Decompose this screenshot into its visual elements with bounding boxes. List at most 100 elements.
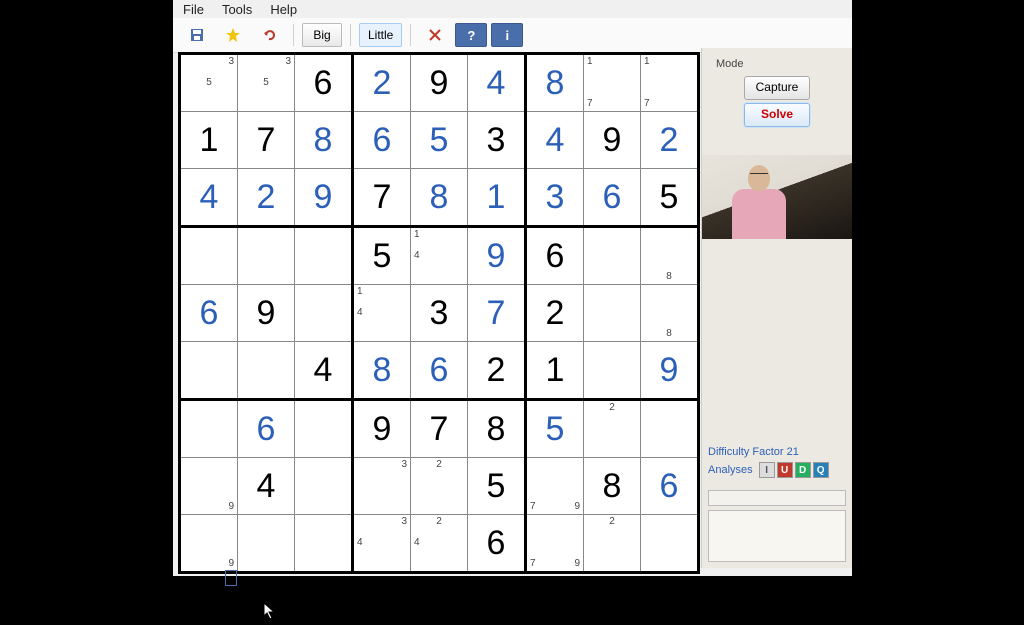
favorite-icon[interactable] xyxy=(217,23,249,47)
info-button[interactable]: i xyxy=(491,23,523,47)
cell-r8c9[interactable]: 6 xyxy=(641,458,699,515)
analysis-Q[interactable]: Q xyxy=(813,462,829,478)
cell-r2c3[interactable]: 8 xyxy=(295,112,353,169)
cell-r7c4[interactable]: 9 xyxy=(353,400,411,458)
cell-r6c8[interactable] xyxy=(584,342,641,400)
cell-r3c1[interactable]: 4 xyxy=(180,169,238,227)
cell-r2c1[interactable]: 1 xyxy=(180,112,238,169)
cell-r3c6[interactable]: 1 xyxy=(468,169,526,227)
menu-file[interactable]: File xyxy=(183,2,204,17)
cell-r7c3[interactable] xyxy=(295,400,353,458)
analysis-D[interactable]: D xyxy=(795,462,811,478)
analysis-U[interactable]: U xyxy=(777,462,793,478)
cell-r8c8[interactable]: 8 xyxy=(584,458,641,515)
cell-r5c5[interactable]: 3 xyxy=(411,285,468,342)
solve-button[interactable]: Solve xyxy=(744,103,810,127)
cell-r1c6[interactable]: 4 xyxy=(468,54,526,112)
cell-r5c6[interactable]: 7 xyxy=(468,285,526,342)
cell-r6c7[interactable]: 1 xyxy=(526,342,584,400)
cell-r3c9[interactable]: 5 xyxy=(641,169,699,227)
cell-r7c1[interactable] xyxy=(180,400,238,458)
cell-r5c7[interactable]: 2 xyxy=(526,285,584,342)
cell-r4c4[interactable]: 5 xyxy=(353,227,411,285)
cell-r7c8[interactable]: 2 xyxy=(584,400,641,458)
delete-icon[interactable] xyxy=(419,23,451,47)
cell-r5c1[interactable]: 6 xyxy=(180,285,238,342)
cell-r7c5[interactable]: 7 xyxy=(411,400,468,458)
cell-r1c2[interactable]: 35 xyxy=(238,54,295,112)
cell-r4c2[interactable] xyxy=(238,227,295,285)
cell-r3c8[interactable]: 6 xyxy=(584,169,641,227)
cell-r9c5[interactable]: 24 xyxy=(411,515,468,573)
cell-r8c2[interactable]: 4 xyxy=(238,458,295,515)
cell-r2c7[interactable]: 4 xyxy=(526,112,584,169)
cell-r7c9[interactable] xyxy=(641,400,699,458)
cell-r5c8[interactable] xyxy=(584,285,641,342)
cell-r4c6[interactable]: 9 xyxy=(468,227,526,285)
cell-r6c6[interactable]: 2 xyxy=(468,342,526,400)
cell-r5c3[interactable] xyxy=(295,285,353,342)
cell-r8c7[interactable]: 79 xyxy=(526,458,584,515)
cell-r6c3[interactable]: 4 xyxy=(295,342,353,400)
cell-r3c4[interactable]: 7 xyxy=(353,169,411,227)
cell-r8c1[interactable]: 9 xyxy=(180,458,238,515)
cell-r1c7[interactable]: 8 xyxy=(526,54,584,112)
analysis-I[interactable]: I xyxy=(759,462,775,478)
cell-r3c3[interactable]: 9 xyxy=(295,169,353,227)
cell-r9c6[interactable]: 6 xyxy=(468,515,526,573)
cell-r1c3[interactable]: 6 xyxy=(295,54,353,112)
cell-r9c9[interactable] xyxy=(641,515,699,573)
cell-r1c8[interactable]: 17 xyxy=(584,54,641,112)
cell-r4c5[interactable]: 14 xyxy=(411,227,468,285)
cell-r9c7[interactable]: 79 xyxy=(526,515,584,573)
cell-r1c9[interactable]: 17 xyxy=(641,54,699,112)
menu-tools[interactable]: Tools xyxy=(222,2,252,17)
help-button[interactable]: ? xyxy=(455,23,487,47)
cell-r8c3[interactable] xyxy=(295,458,353,515)
cell-r4c7[interactable]: 6 xyxy=(526,227,584,285)
cell-r9c2[interactable] xyxy=(238,515,295,573)
cell-r3c2[interactable]: 2 xyxy=(238,169,295,227)
menu-help[interactable]: Help xyxy=(270,2,297,17)
cell-r3c7[interactable]: 3 xyxy=(526,169,584,227)
cell-r6c9[interactable]: 9 xyxy=(641,342,699,400)
cell-r4c3[interactable] xyxy=(295,227,353,285)
log-area xyxy=(708,490,846,560)
cell-r9c3[interactable] xyxy=(295,515,353,573)
cell-r5c4[interactable]: 14 xyxy=(353,285,411,342)
cell-r5c9[interactable]: 8 xyxy=(641,285,699,342)
cell-r7c2[interactable]: 6 xyxy=(238,400,295,458)
cell-r2c9[interactable]: 2 xyxy=(641,112,699,169)
cell-r9c8[interactable]: 2 xyxy=(584,515,641,573)
cell-r4c1[interactable] xyxy=(180,227,238,285)
cell-r2c5[interactable]: 5 xyxy=(411,112,468,169)
cell-r6c1[interactable] xyxy=(180,342,238,400)
cell-r5c2[interactable]: 9 xyxy=(238,285,295,342)
cell-r8c5[interactable]: 2 xyxy=(411,458,468,515)
sudoku-board[interactable]: 3535629481717178653492429781365514968691… xyxy=(178,52,700,574)
cell-r3c5[interactable]: 8 xyxy=(411,169,468,227)
save-icon[interactable] xyxy=(181,23,213,47)
cell-r8c6[interactable]: 5 xyxy=(468,458,526,515)
cell-r2c2[interactable]: 7 xyxy=(238,112,295,169)
cell-r4c9[interactable]: 8 xyxy=(641,227,699,285)
cell-r7c7[interactable]: 5 xyxy=(526,400,584,458)
cell-r1c4[interactable]: 2 xyxy=(353,54,411,112)
little-button[interactable]: Little xyxy=(359,23,402,47)
cell-r7c6[interactable]: 8 xyxy=(468,400,526,458)
cell-r2c8[interactable]: 9 xyxy=(584,112,641,169)
cell-r2c6[interactable]: 3 xyxy=(468,112,526,169)
cell-r1c5[interactable]: 9 xyxy=(411,54,468,112)
cell-r8c4[interactable]: 3 xyxy=(353,458,411,515)
big-button[interactable]: Big xyxy=(302,23,342,47)
cell-r9c4[interactable]: 34 xyxy=(353,515,411,573)
undo-icon[interactable] xyxy=(253,23,285,47)
cell-r6c2[interactable] xyxy=(238,342,295,400)
cell-r1c1[interactable]: 35 xyxy=(180,54,238,112)
capture-button[interactable]: Capture xyxy=(744,76,810,100)
cell-r9c1[interactable]: 9 xyxy=(180,515,238,573)
cell-r4c8[interactable] xyxy=(584,227,641,285)
cell-r2c4[interactable]: 6 xyxy=(353,112,411,169)
cell-r6c5[interactable]: 6 xyxy=(411,342,468,400)
cell-r6c4[interactable]: 8 xyxy=(353,342,411,400)
